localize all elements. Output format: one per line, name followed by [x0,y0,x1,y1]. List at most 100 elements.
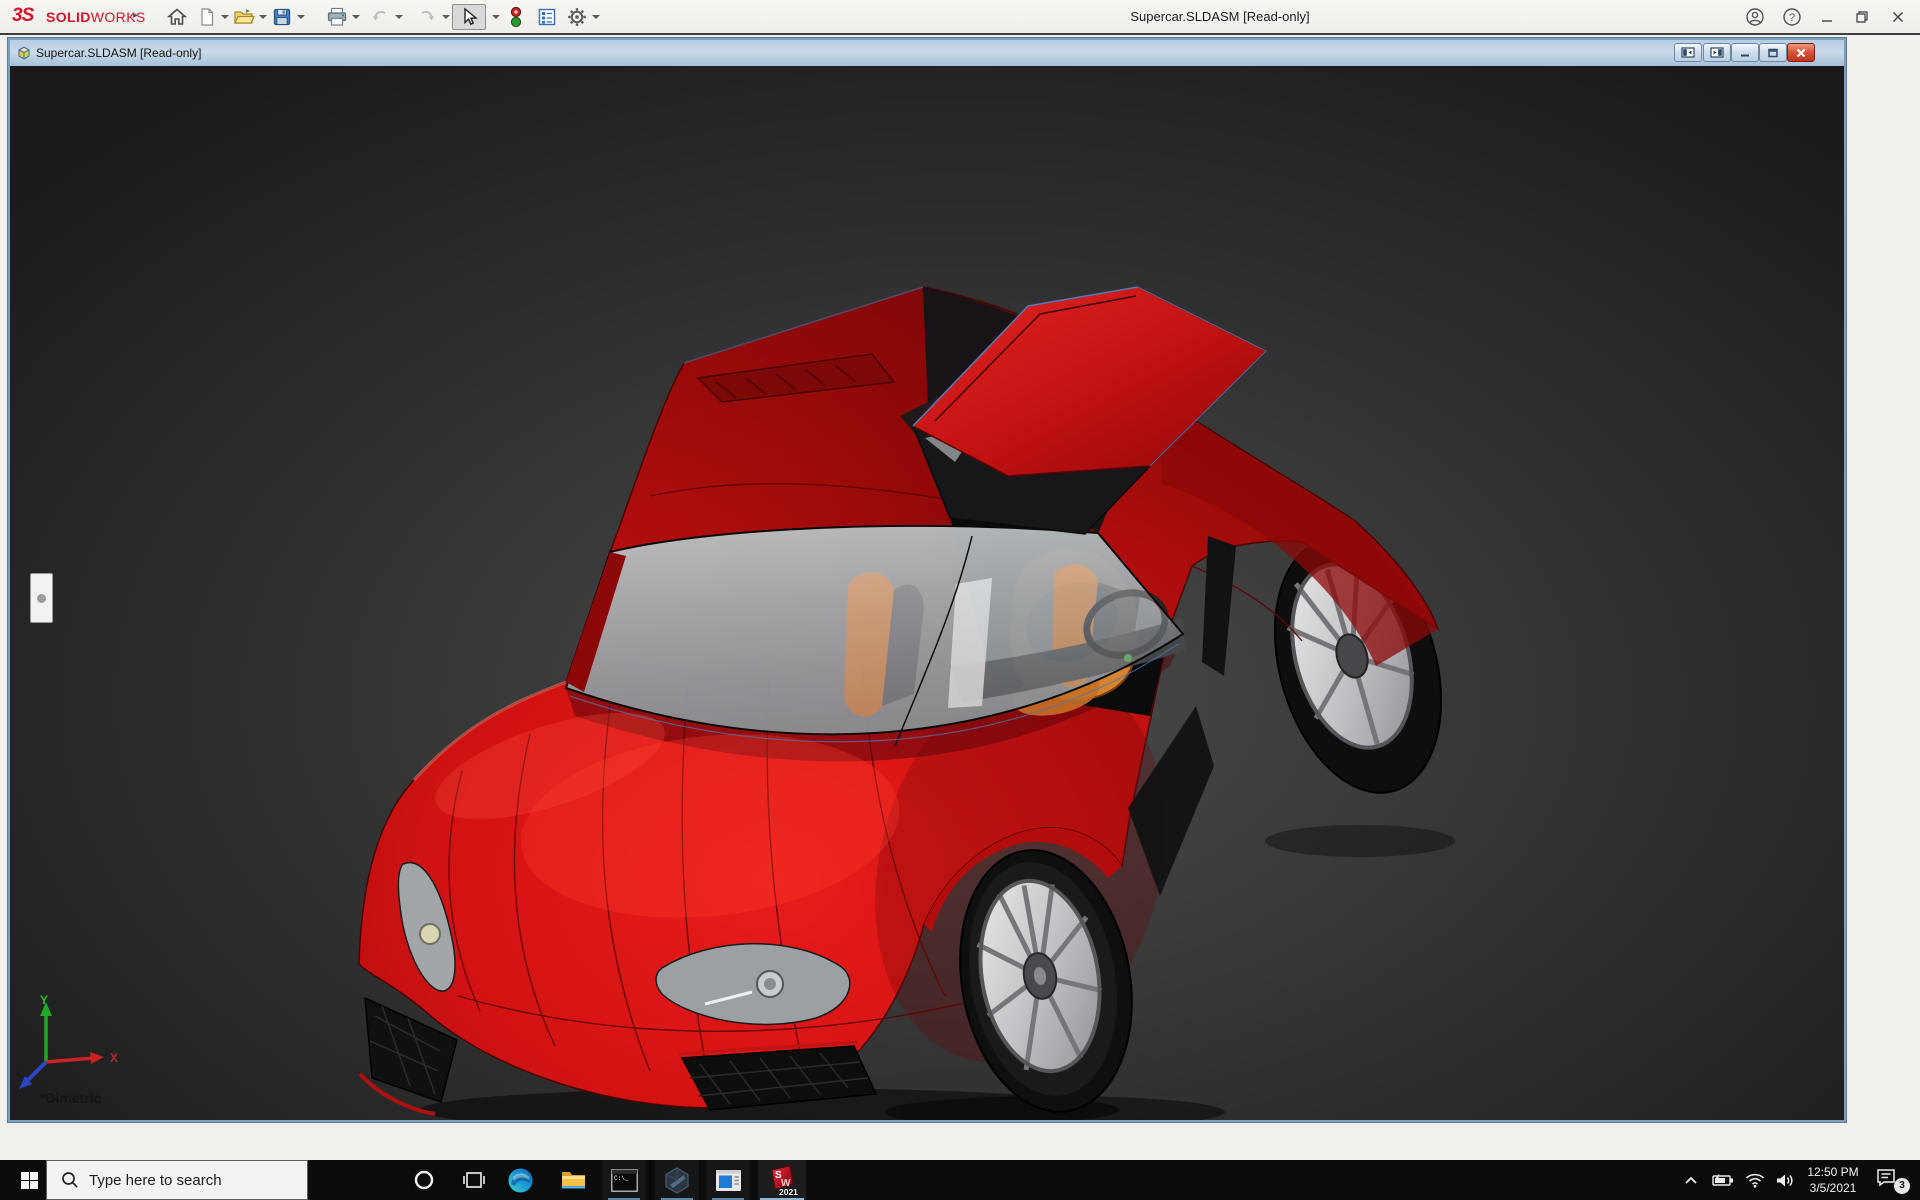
minimize-icon [1822,20,1832,22]
taskbar-media-app[interactable] [706,1160,750,1200]
b-pillar [1202,536,1236,676]
collapse-dot-icon [37,594,46,603]
hexagon-app-icon [665,1166,689,1194]
task-view-icon [463,1172,485,1188]
taskbar: Type here to search C:\_ S W 2021 12:50 … [0,1160,1920,1200]
taskbar-solidworks[interactable]: S W 2021 [758,1160,806,1200]
pane-right-icon [1710,47,1724,58]
windows-logo-icon [20,1171,38,1189]
volume-icon [1776,1174,1793,1186]
taskbar-file-explorer[interactable] [551,1160,595,1200]
undo-button[interactable] [367,4,393,30]
help-icon: ? [1783,8,1801,26]
options-gear-icon [568,8,586,26]
close-icon [1893,12,1903,22]
save-dropdown[interactable] [297,15,305,19]
new-document-dropdown[interactable] [221,15,229,19]
chevron-up-icon [1685,1176,1697,1184]
taskbar-command-prompt[interactable]: C:\_ [602,1160,646,1200]
close-button[interactable] [1884,4,1912,30]
open-button[interactable] [231,4,257,30]
app-titlebar: 3S SOLIDWORKS ▸ Supercar.SLDASM [Read-on… [0,0,1920,33]
assembly-icon [18,46,30,60]
print-dropdown[interactable] [352,15,360,19]
supercar-model[interactable] [10,66,1844,1120]
open-folder-icon [234,9,255,24]
options-dropdown[interactable] [592,15,600,19]
tray-chevron-button[interactable] [1676,1160,1706,1200]
tray-battery-button[interactable] [1708,1160,1738,1200]
rebuild-button[interactable] [503,4,529,30]
doc-restore-button[interactable] [1759,43,1787,62]
svg-text:?: ? [1789,12,1795,24]
solidworks-logo-icon: 3S [12,5,34,26]
help-button[interactable]: ? [1778,4,1806,30]
account-button[interactable] [1741,4,1769,30]
home-button[interactable] [164,4,190,30]
triad-x-label: X [110,1051,118,1065]
solidworks-2021-icon: S W 2021 [771,1165,798,1196]
redo-icon [421,10,435,21]
new-document-button[interactable] [194,4,220,30]
notification-badge: 3 [1894,1178,1910,1194]
home-icon [167,8,187,25]
document-titlebar[interactable]: Supercar.SLDASM [Read-only] [10,40,1844,66]
tray-date: 3/5/2021 [1809,1181,1857,1195]
taskbar-hexagon-app[interactable] [655,1160,699,1200]
open-dropdown[interactable] [259,15,267,19]
doc-minimize-button[interactable] [1731,43,1759,62]
wifi-icon [1745,1173,1765,1188]
select-tool-button[interactable] [452,4,486,30]
redo-dropdown[interactable] [442,15,450,19]
print-icon [327,7,347,26]
restore-icon [1856,11,1868,23]
battery-icon [1712,1174,1733,1186]
tray-clock[interactable]: 12:50 PM 3/5/2021 [1796,1164,1870,1196]
document-title: Supercar.SLDASM [Read-only] [36,46,202,60]
cortana-button[interactable] [404,1160,444,1200]
taskbar-search-input[interactable]: Type here to search [46,1160,308,1200]
file-properties-icon [538,8,556,26]
command-prompt-icon: C:\_ [610,1168,638,1192]
pane-right-button[interactable] [1703,43,1731,62]
triad-y-label: Y [40,993,48,1007]
start-button[interactable] [12,1160,46,1200]
taskbar-edge[interactable] [498,1160,542,1200]
view-orientation-label: *Dimetric [40,1090,102,1106]
featuremanager-collapse-tab[interactable] [30,573,53,623]
minimize-button[interactable] [1813,4,1841,30]
menu-flyout-arrow[interactable]: ▸ [133,10,138,21]
account-icon [1746,8,1764,26]
pane-left-button[interactable] [1674,43,1702,62]
task-view-button[interactable] [454,1160,494,1200]
doc-minimize-icon [1741,54,1749,56]
file-properties-button[interactable] [534,4,560,30]
print-button[interactable] [324,4,350,30]
rebuild-traffic-light-icon [510,6,522,28]
orientation-triad: Y X [19,993,118,1089]
document-window: Supercar.SLDASM [Read-only] Y X *Dimetri… [8,38,1846,1122]
pane-left-icon [1681,47,1695,58]
search-icon [62,1172,78,1188]
select-tool-dropdown[interactable] [492,15,500,19]
select-cursor-icon [464,7,478,26]
options-button[interactable] [564,4,590,30]
edge-icon [508,1168,532,1192]
search-placeholder: Type here to search [89,1171,222,1189]
doc-close-button[interactable] [1787,43,1815,62]
save-button[interactable] [269,4,295,30]
restore-button[interactable] [1848,4,1876,30]
tray-wifi-button[interactable] [1740,1160,1770,1200]
redo-button[interactable] [414,4,440,30]
doc-close-icon [1796,48,1806,57]
solidworks-wordmark: SOLIDWORKS [46,9,146,25]
save-icon [273,8,291,26]
undo-dropdown[interactable] [395,15,403,19]
graphics-viewport[interactable]: Y X *Dimetric [10,66,1844,1120]
notification-center-button[interactable]: 3 [1872,1160,1914,1200]
svg-text:2021: 2021 [779,1187,798,1196]
doc-restore-icon [1768,48,1778,57]
svg-text:C:\_: C:\_ [614,1175,629,1182]
media-app-icon [715,1169,741,1191]
new-document-icon [201,8,214,26]
